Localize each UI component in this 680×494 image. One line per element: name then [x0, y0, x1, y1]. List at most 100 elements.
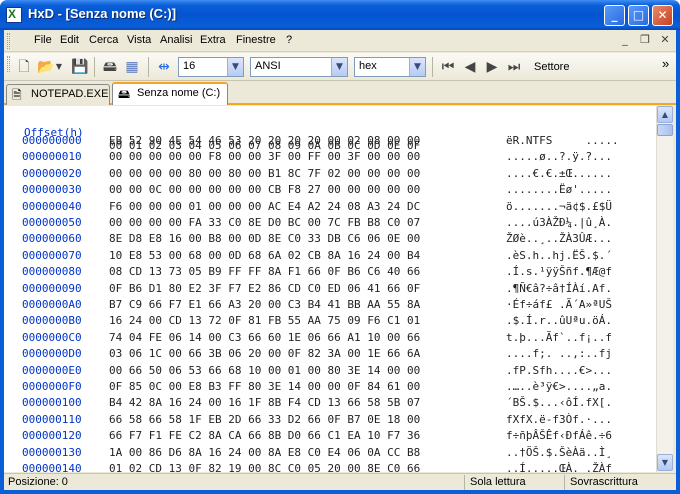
row-hex-bytes[interactable]: 01 02 CD 13 0F 82 19 00 8C C0 05 20 00 8…	[109, 462, 420, 472]
vertical-scrollbar[interactable]: ▲ ▼	[656, 106, 673, 472]
status-separator	[464, 475, 465, 490]
row-offset: 0000000D0	[22, 347, 82, 361]
row-offset: 000000130	[22, 445, 82, 459]
row-decoded-text[interactable]: t.þ...Ãf`..f¡..f	[506, 331, 612, 344]
row-offset: 0000000B0	[22, 314, 82, 328]
tab-notepad[interactable]: 🗎 NOTEPAD.EXE	[6, 84, 110, 105]
row-offset: 000000020	[22, 166, 82, 180]
row-decoded-text[interactable]: .....ø..?.ÿ.?...	[506, 150, 612, 163]
editor-header: Offset(h) 00 01 02 03 04 05 06 07 08 09 …	[4, 113, 420, 152]
new-file-icon[interactable]: 🗋	[14, 57, 34, 77]
bytes-per-row-select[interactable]: 16 ▼	[178, 57, 244, 77]
row-hex-bytes[interactable]: EB 52 90 4E 54 46 53 20 20 20 20 00 02 0…	[109, 134, 420, 147]
row-offset: 000000110	[22, 412, 82, 426]
save-icon[interactable]: 💾	[70, 57, 90, 77]
chevron-down-icon[interactable]: ▼	[409, 58, 425, 76]
toolbar-grip-icon[interactable]	[7, 56, 10, 72]
tab-senza-nome[interactable]: 🖴 Senza nome (C:)	[112, 82, 228, 105]
row-decoded-text[interactable]: .fP.Sfh....€>...	[506, 364, 612, 377]
title-bar: HxD - [Senza nome (C:)] _ □ ✕	[0, 0, 680, 30]
row-decoded-text[interactable]: ëR.NTFS .....	[506, 134, 619, 147]
row-hex-bytes[interactable]: 16 24 00 CD 13 72 0F 81 FB 55 AA 75 09 F…	[109, 314, 420, 327]
chevron-down-icon[interactable]: ▼	[227, 58, 243, 76]
row-hex-bytes[interactable]: 66 F7 F1 FE C2 8A CA 66 8B D0 66 C1 EA 1…	[109, 429, 420, 442]
row-hex-bytes[interactable]: 0F 85 0C 00 E8 B3 FF 80 3E 14 00 00 0F 8…	[109, 380, 420, 393]
row-decoded-text[interactable]: ·Éf÷áf£ .Ã´A»ªUŠ	[506, 298, 612, 311]
menu-file[interactable]: File	[34, 34, 52, 46]
row-hex-bytes[interactable]: 74 04 FE 06 14 00 C3 66 60 1E 06 66 A1 1…	[109, 331, 420, 344]
row-offset: 000000060	[22, 232, 82, 246]
offset-base-select[interactable]: hex ▼	[354, 57, 426, 77]
open-folder-icon[interactable]: 📂	[36, 57, 56, 77]
row-decoded-text[interactable]: ´BŠ.$...‹ôÍ.fX[.	[506, 396, 612, 409]
tab-label: NOTEPAD.EXE	[31, 88, 109, 100]
row-decoded-text[interactable]: ŽØè..¸..ŽÀ3ÛÆ...	[506, 232, 612, 245]
menu-edit[interactable]: Edit	[60, 34, 79, 46]
row-hex-bytes[interactable]: 03 06 1C 00 66 3B 06 20 00 0F 82 3A 00 1…	[109, 347, 420, 360]
mdi-restore-button[interactable]: ❐	[638, 33, 652, 47]
row-decoded-text[interactable]: ....ú3ÀŽÐ¼.|û¸À.	[506, 216, 612, 229]
row-decoded-text[interactable]: ö.......¬ä¢$.£$Ü	[506, 200, 612, 213]
row-decoded-text[interactable]: .…..è³ÿ€>....„a.	[506, 380, 612, 393]
next-sector-icon[interactable]: ▶	[482, 57, 502, 77]
open-ram-icon[interactable]: ▦	[122, 57, 142, 77]
row-hex-bytes[interactable]: 8E D8 E8 16 00 B8 00 0D 8E C0 33 DB C6 0…	[109, 232, 420, 245]
row-hex-bytes[interactable]: 66 58 66 58 1F EB 2D 66 33 D2 66 0F B7 0…	[109, 413, 420, 426]
row-hex-bytes[interactable]: 10 E8 53 00 68 00 0D 68 6A 02 CB 8A 16 2…	[109, 249, 420, 262]
row-hex-bytes[interactable]: 1A 00 86 D6 8A 16 24 00 8A E8 C0 E4 06 0…	[109, 446, 420, 459]
row-offset: 000000000	[22, 134, 82, 147]
open-dropdown-arrow-icon[interactable]: ▼	[54, 57, 64, 77]
menu-help[interactable]: ?	[286, 34, 292, 46]
row-hex-bytes[interactable]: 00 00 00 00 80 00 80 00 B1 8C 7F 02 00 0…	[109, 167, 420, 180]
row-decoded-text[interactable]: ....€.€.±Œ......	[506, 167, 612, 180]
close-button[interactable]: ✕	[652, 5, 673, 26]
row-offset: 000000010	[22, 150, 82, 164]
menu-extra[interactable]: Extra	[200, 34, 226, 46]
menu-cerca[interactable]: Cerca	[89, 34, 118, 46]
scroll-down-icon[interactable]: ▼	[657, 454, 673, 471]
menu-grip-icon[interactable]	[7, 33, 10, 49]
minimize-button[interactable]: _	[604, 5, 625, 26]
row-hex-bytes[interactable]: 08 CD 13 73 05 B9 FF FF 8A F1 66 0F B6 C…	[109, 265, 420, 278]
row-decoded-text[interactable]: f÷ñþÂŠÊf‹ÐfÁê.÷6	[506, 429, 612, 442]
first-sector-icon[interactable]: ⏮	[438, 57, 458, 77]
row-offset: 000000090	[22, 281, 82, 295]
row-decoded-text[interactable]: .¶Ñ€â?÷â†ÍÀí.Af.	[506, 282, 612, 295]
row-decoded-text[interactable]: .$.Í.r..ûUªu.öÁ.	[506, 314, 612, 327]
menu-vista[interactable]: Vista	[127, 34, 151, 46]
previous-sector-icon[interactable]: ◀	[460, 57, 480, 77]
row-hex-bytes[interactable]: 0F B6 D1 80 E2 3F F7 E2 86 CD C0 ED 06 4…	[109, 282, 420, 295]
row-hex-bytes[interactable]: B7 C9 66 F7 E1 66 A3 20 00 C3 B4 41 BB A…	[109, 298, 420, 311]
row-hex-bytes[interactable]: 00 00 0C 00 00 00 00 00 CB F8 27 00 00 0…	[109, 183, 420, 196]
row-offset: 000000030	[22, 183, 82, 197]
row-decoded-text[interactable]: ..†ÖŠ.$.ŠèÀä..Ì¸	[506, 446, 612, 459]
sector-label: Settore	[534, 61, 570, 73]
last-sector-icon[interactable]: ⏭	[504, 57, 524, 77]
chevron-down-icon[interactable]: ▼	[331, 58, 347, 76]
row-hex-bytes[interactable]: 00 00 00 00 FA 33 C0 8E D0 BC 00 7C FB B…	[109, 216, 420, 229]
maximize-button[interactable]: □	[628, 5, 649, 26]
row-hex-bytes[interactable]: 00 66 50 06 53 66 68 10 00 01 00 80 3E 1…	[109, 364, 420, 377]
mdi-close-button[interactable]: ✕	[658, 33, 672, 47]
open-disk-icon[interactable]: 🖴	[100, 57, 120, 77]
row-decoded-text[interactable]: ....f;. ..‚:..fj	[506, 347, 612, 360]
charset-select[interactable]: ANSI ▼	[250, 57, 348, 77]
hex-editor[interactable]: Offset(h) 00 01 02 03 04 05 06 07 08 09 …	[4, 106, 656, 472]
mdi-minimize-button[interactable]: _	[618, 33, 632, 47]
scroll-thumb[interactable]	[657, 124, 673, 136]
hxd-app-icon[interactable]	[6, 7, 22, 23]
menu-analisi[interactable]: Analisi	[160, 34, 192, 46]
row-decoded-text[interactable]: ........Ëø'.....	[506, 183, 612, 196]
row-hex-bytes[interactable]: F6 00 00 00 01 00 00 00 AC E4 A2 24 08 A…	[109, 200, 420, 213]
bytes-per-row-icon: ⇹	[158, 59, 170, 75]
menu-finestre[interactable]: Finestre	[236, 34, 276, 46]
row-decoded-text[interactable]: .Í.s.¹ÿÿŠñf.¶Æ@f	[506, 265, 612, 278]
scroll-up-icon[interactable]: ▲	[657, 106, 673, 123]
row-decoded-text[interactable]: .èS.h..hj.ËŠ.$.´	[506, 249, 612, 262]
row-offset: 0000000F0	[22, 380, 82, 393]
toolbar-overflow-icon[interactable]: »	[662, 56, 669, 71]
row-hex-bytes[interactable]: 00 00 00 00 00 F8 00 00 3F 00 FF 00 3F 0…	[109, 150, 420, 163]
row-hex-bytes[interactable]: B4 42 8A 16 24 00 16 1F 8B F4 CD 13 66 5…	[109, 396, 420, 409]
row-decoded-text[interactable]: ..Í..‚..ŒÀ. .ŽÀf	[506, 462, 612, 472]
row-decoded-text[interactable]: fXfX.ë-f3Òf.·...	[506, 413, 612, 426]
